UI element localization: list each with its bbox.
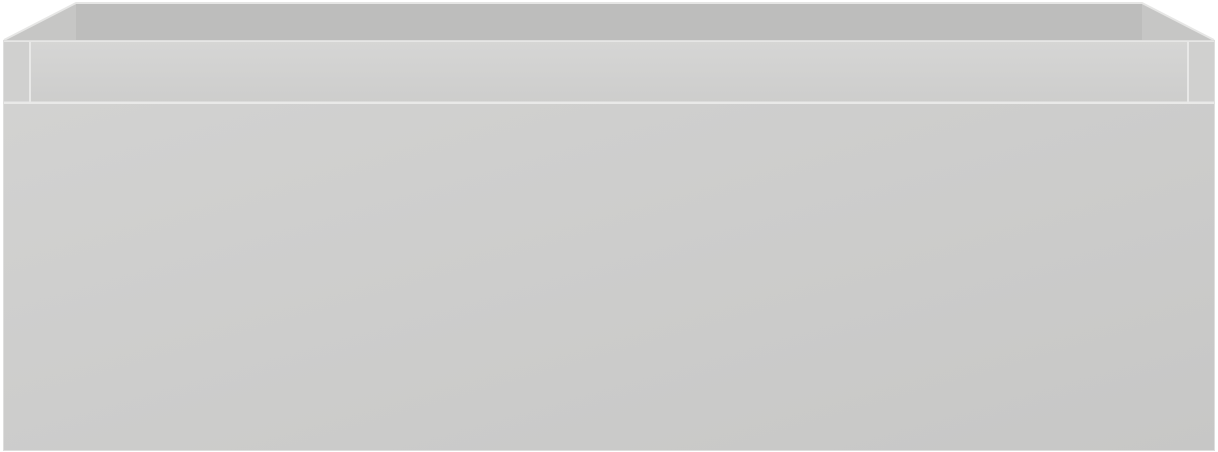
front-panel — [4, 104, 1214, 450]
left-corner-post — [4, 40, 30, 103]
inner-back-wall — [76, 3, 1142, 40]
rim-band — [30, 40, 1188, 103]
drawer-svg — [3, 1, 1215, 451]
drawer-illustration — [0, 0, 1218, 452]
right-corner-post — [1188, 40, 1214, 103]
